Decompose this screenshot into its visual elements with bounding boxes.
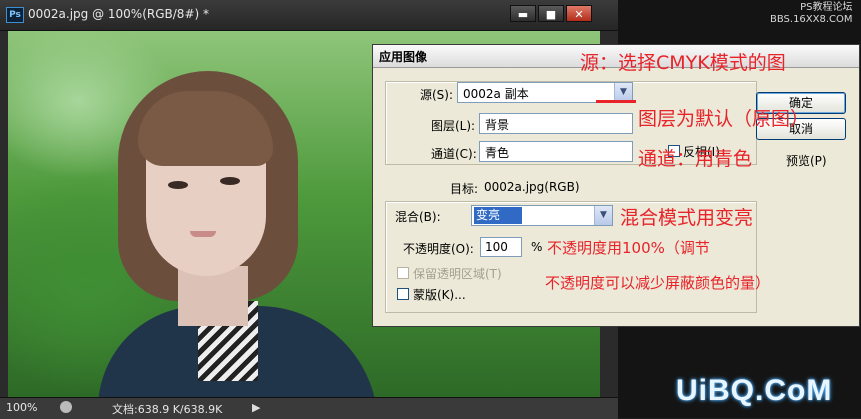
- dialog-title: 应用图像: [379, 50, 428, 64]
- status-bar: 100% 文档:638.9 K/638.9K ▶: [0, 397, 618, 419]
- document-titlebar: Ps 0002a.jpg @ 100%(RGB/8#) * ▬ ■ ✕: [0, 0, 618, 31]
- annotation-source: 源：选择CMYK模式的图: [580, 52, 786, 74]
- annotation-channel: 通道：用青色: [638, 148, 753, 170]
- preserve-transparency-label: 保留透明区域(T): [413, 267, 502, 281]
- channel-value: 青色: [485, 146, 510, 160]
- blend-label: 混合(B):: [395, 210, 441, 224]
- photo-right-eye: [220, 177, 240, 185]
- status-info-icon[interactable]: [60, 401, 72, 413]
- annotation-opacity-2: 不透明度可以减少屏蔽颜色的量）: [545, 274, 771, 292]
- layer-select[interactable]: 背景: [479, 113, 633, 134]
- photo-left-eye: [168, 181, 188, 189]
- preserve-transparency-checkbox[interactable]: [397, 267, 409, 279]
- forum-name: PS教程论坛: [800, 2, 853, 13]
- channel-label: 通道(C):: [431, 147, 477, 161]
- layer-label: 图层(L):: [431, 119, 476, 133]
- site-watermark: UiBQ.CoM: [676, 374, 833, 407]
- forum-watermark: PS教程论坛 BBS.16XX8.COM: [770, 2, 853, 26]
- layer-value: 背景: [485, 118, 510, 132]
- mask-label: 蒙版(K)...: [413, 288, 466, 302]
- document-title: 0002a.jpg @ 100%(RGB/8#) *: [28, 7, 209, 21]
- opacity-unit: %: [531, 240, 543, 254]
- photoshop-app-icon: Ps: [6, 7, 24, 23]
- annotation-underline: [596, 100, 636, 103]
- target-label: 目标:: [450, 182, 479, 196]
- annotation-blend: 混合模式用变亮: [620, 207, 754, 229]
- close-button[interactable]: ✕: [566, 5, 592, 22]
- preview-label[interactable]: 预览(P): [786, 152, 827, 169]
- chevron-down-icon: ▼: [594, 206, 612, 225]
- blend-mode-select[interactable]: 变亮 ▼: [471, 205, 613, 226]
- source-value: 0002a 副本: [463, 87, 529, 101]
- mask-checkbox[interactable]: [397, 288, 409, 300]
- annotation-opacity-1: 不透明度用100%（调节: [547, 239, 710, 257]
- opacity-label: 不透明度(O):: [403, 242, 474, 256]
- source-label: 源(S):: [420, 88, 454, 102]
- channel-select[interactable]: 青色: [479, 141, 633, 162]
- photo-mouth: [190, 231, 216, 237]
- maximize-button[interactable]: ■: [538, 5, 564, 22]
- opacity-input[interactable]: 100: [480, 237, 522, 257]
- status-menu-arrow-icon[interactable]: ▶: [252, 401, 260, 414]
- target-value: 0002a.jpg(RGB): [484, 180, 580, 194]
- document-size-info: 文档:638.9 K/638.9K: [112, 403, 223, 416]
- annotation-layer: 图层为默认（原图）: [638, 108, 810, 130]
- minimize-button[interactable]: ▬: [510, 5, 536, 22]
- forum-url: BBS.16XX8.COM: [770, 14, 853, 25]
- blend-value: 变亮: [474, 207, 523, 224]
- zoom-level[interactable]: 100%: [6, 401, 37, 414]
